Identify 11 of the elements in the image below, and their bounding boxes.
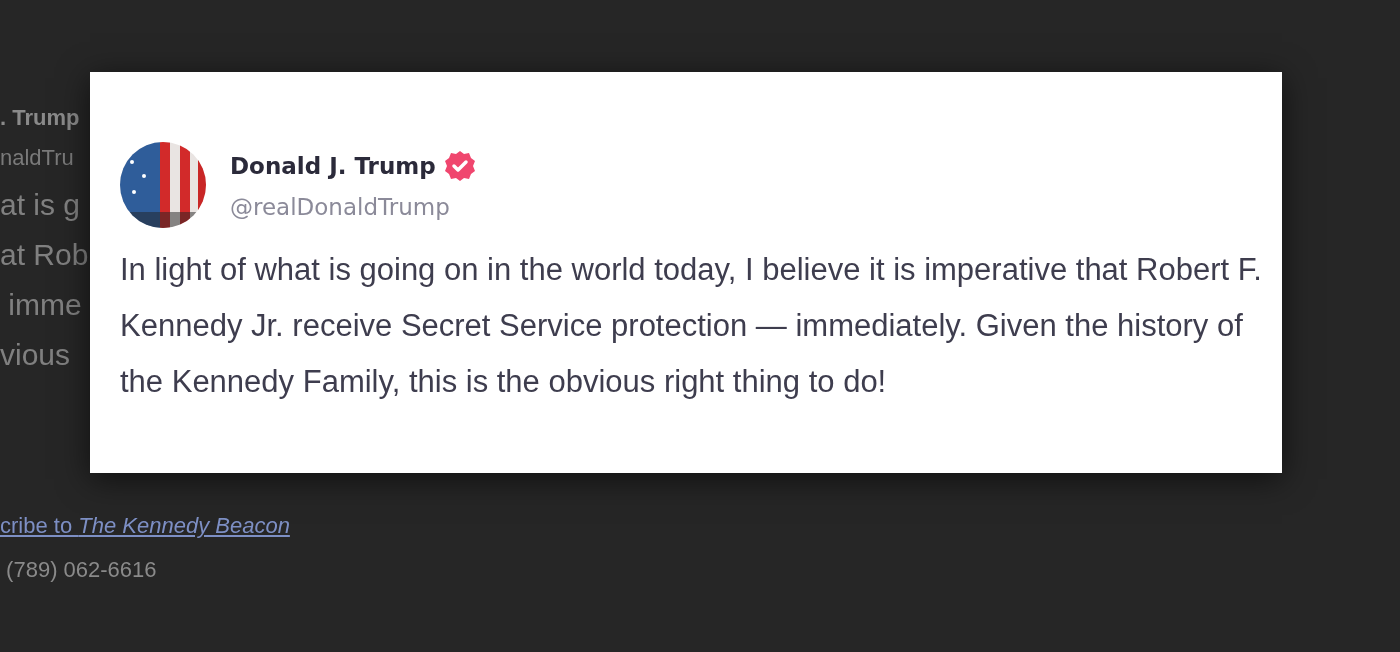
post-text: In light of what is going on in the world today, I believe it is imperative that Robert F. Kennedy Jr. receive Secret Service protection — immediately. Given the history of the Kennedy Family, this is the obvious right thing to do! [120, 251, 1263, 401]
author-handle: naldTru [0, 144, 75, 172]
phone-number: (789) 062-6616 [5, 557, 158, 583]
author-name: . Trump [0, 104, 81, 132]
post-text-line: at is g [0, 187, 82, 223]
subscribe-link[interactable]: cribe to The Kennedy Beacon [0, 513, 290, 539]
post-text-line: imme [7, 287, 83, 323]
post-text-line: at Rob [0, 237, 90, 273]
author-name: Donald J. Trump [230, 153, 436, 179]
post-text-line: vious [0, 337, 72, 373]
author-handle: @realDonaldTrump [230, 194, 451, 220]
